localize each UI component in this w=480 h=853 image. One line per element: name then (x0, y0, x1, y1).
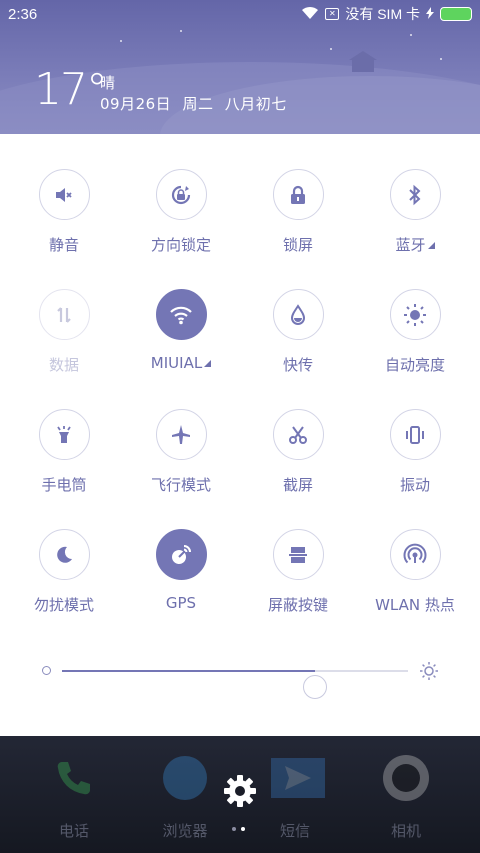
moon-icon (38, 529, 90, 580)
house-decoration (349, 51, 377, 72)
brightness-high-icon (419, 661, 439, 685)
message-icon (271, 754, 325, 802)
tile-label-text: MIUIAL (150, 354, 203, 372)
tile-hotspot[interactable]: WLAN 热点 (355, 529, 475, 629)
brightness-low-icon (42, 666, 51, 675)
dock-app-label: 相机 (390, 822, 421, 840)
brightness-track[interactable] (62, 670, 408, 699)
tile-label: 数据 (48, 356, 79, 374)
brightness-fill (62, 670, 315, 672)
dock-app-label: 浏览器 (162, 822, 208, 840)
settings-gear-icon[interactable] (221, 772, 259, 814)
page-indicator (232, 827, 245, 831)
dock-app-label: 电话 (58, 822, 89, 840)
status-bar: 2:36 ✕ 没有 SIM 卡 (0, 0, 480, 28)
tile-label-text: 蓝牙 (395, 236, 426, 254)
hotspot-icon (389, 529, 441, 580)
tile-label: MIUIAL (150, 354, 212, 372)
tile-do-not-disturb[interactable]: 勿扰模式 (4, 529, 124, 629)
gps-icon (155, 529, 207, 580)
tile-label: 自动亮度 (384, 356, 445, 374)
battery-icon (440, 7, 472, 21)
phone-icon (50, 754, 98, 802)
rotation-lock-icon (155, 169, 207, 220)
tile-label: 振动 (399, 476, 430, 494)
tile-quick-transfer[interactable]: 快传 (238, 289, 358, 389)
star-decoration (410, 34, 412, 36)
star-decoration (120, 40, 122, 42)
star-decoration (440, 58, 442, 60)
tile-label: 锁屏 (282, 236, 313, 254)
tile-gps[interactable]: GPS (121, 529, 241, 629)
tile-flashlight[interactable]: 手电筒 (4, 409, 124, 509)
tile-label: GPS (165, 594, 197, 612)
charging-icon (426, 6, 434, 22)
tile-lock-screen[interactable]: 锁屏 (238, 169, 358, 269)
camera-icon (382, 754, 430, 802)
tile-label: 勿扰模式 (33, 596, 94, 614)
tile-label: 方向锁定 (150, 236, 211, 254)
star-decoration (180, 30, 182, 32)
block-keys-icon (272, 529, 324, 580)
auto-brightness-icon (389, 289, 441, 340)
weather-header: 2:36 ✕ 没有 SIM 卡 17° 晴 09月26日 周二 八月初七 (0, 0, 480, 134)
tile-wifi[interactable]: MIUIAL (121, 289, 241, 389)
bluetooth-icon (389, 169, 441, 220)
tile-mobile-data[interactable]: 数据 (4, 289, 124, 389)
sim-icon: ✕ (325, 8, 340, 20)
flashlight-icon (38, 409, 90, 460)
dock-app-label: 短信 (279, 822, 310, 840)
tile-rotation-lock[interactable]: 方向锁定 (121, 169, 241, 269)
lunar-date: 八月初七 (224, 95, 287, 113)
dock-app-phone[interactable]: 电话 (14, 754, 134, 841)
tile-label: WLAN 热点 (375, 596, 455, 614)
tile-auto-brightness[interactable]: 自动亮度 (355, 289, 475, 389)
page-dot (232, 827, 236, 831)
tile-block-keys[interactable]: 屏蔽按键 (238, 529, 358, 629)
browser-icon (161, 754, 209, 802)
lock-icon (272, 169, 324, 220)
temperature: 17° (34, 64, 108, 115)
tile-label: 屏蔽按键 (267, 596, 328, 614)
tile-bluetooth[interactable]: 蓝牙 (355, 169, 475, 269)
tile-label: 静音 (48, 236, 79, 254)
vibrate-icon (389, 409, 441, 460)
tile-label: 飞行模式 (150, 476, 211, 494)
brightness-thumb[interactable] (302, 675, 327, 699)
more-indicator-icon (204, 360, 212, 367)
tile-mute[interactable]: 静音 (4, 169, 124, 269)
carrier-text: 没有 SIM 卡 (345, 6, 420, 22)
mute-icon (38, 169, 90, 220)
weekday: 周二 (182, 95, 214, 113)
date: 09月26日 (100, 95, 172, 113)
wifi-icon (155, 289, 207, 340)
more-indicator-icon (427, 242, 435, 249)
wifi-icon (301, 6, 319, 23)
star-decoration (330, 48, 332, 50)
drop-icon (272, 289, 324, 340)
scissors-icon (272, 409, 324, 460)
date-line: 09月26日 周二 八月初七 (100, 93, 287, 114)
quick-settings-panel: 静音 方向锁定 锁屏 蓝牙 数据 MIUIAL 快传 自动亮度 手电筒 飞行模式… (0, 134, 480, 736)
tile-label: 快传 (282, 356, 313, 374)
airplane-icon (155, 409, 207, 460)
dock-app-camera[interactable]: 相机 (346, 754, 466, 841)
tile-vibrate[interactable]: 振动 (355, 409, 475, 509)
tile-label: 截屏 (282, 476, 313, 494)
tile-airplane-mode[interactable]: 飞行模式 (121, 409, 241, 509)
weather-condition: 晴 (100, 74, 116, 92)
mobile-data-icon (38, 289, 90, 340)
page-dot-active (241, 827, 245, 831)
brightness-slider[interactable] (36, 654, 446, 699)
status-time: 2:36 (8, 5, 38, 23)
tile-label: 蓝牙 (395, 234, 435, 255)
tile-screenshot[interactable]: 截屏 (238, 409, 358, 509)
tile-label: 手电筒 (41, 476, 87, 494)
